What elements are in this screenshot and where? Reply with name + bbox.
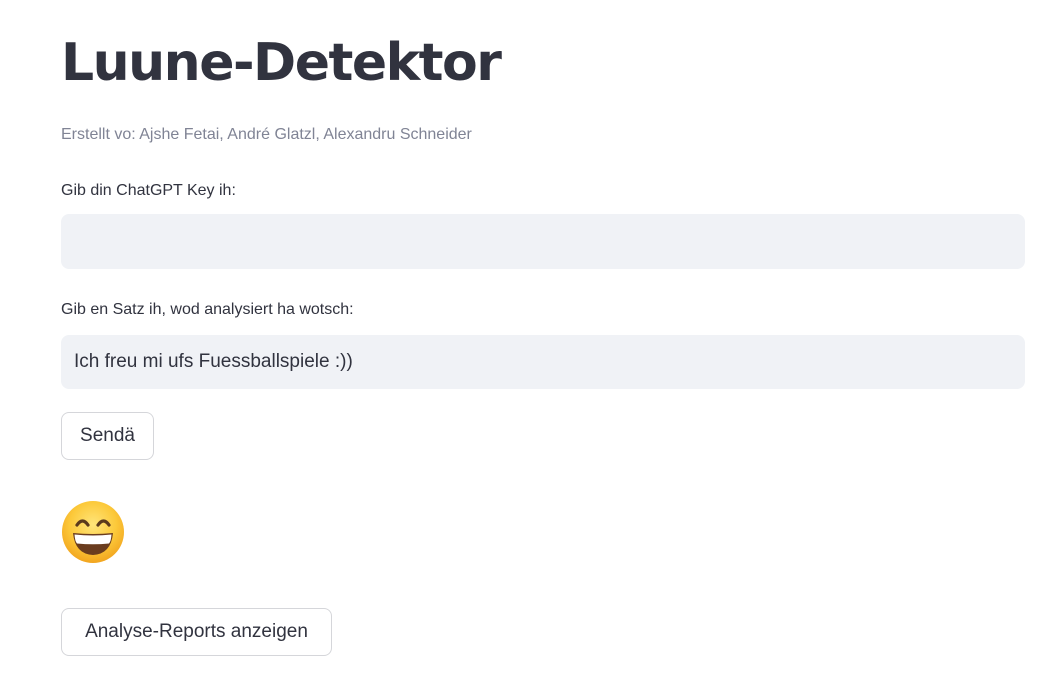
api-key-input[interactable] xyxy=(61,214,1025,269)
send-button[interactable]: Sendä xyxy=(61,412,154,460)
grinning-face-icon xyxy=(62,501,124,563)
sentence-label: Gib en Satz ih, wod analysiert ha wotsch… xyxy=(61,301,354,318)
authors-caption: Erstellt vo: Ajshe Fetai, André Glatzl, … xyxy=(61,126,472,143)
page-title: Luune-Detektor xyxy=(61,33,502,93)
api-key-label: Gib din ChatGPT Key ih: xyxy=(61,182,236,199)
sentence-input[interactable] xyxy=(61,335,1025,389)
show-reports-button[interactable]: Analyse-Reports anzeigen xyxy=(61,608,332,656)
